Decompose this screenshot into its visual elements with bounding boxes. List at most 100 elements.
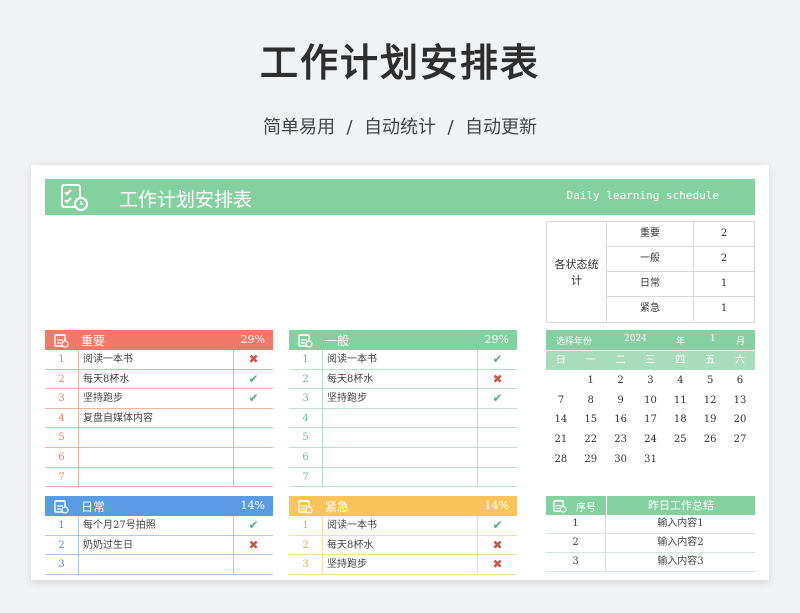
empty-mark[interactable] [233,408,273,428]
calendar-day[interactable]: 22 [576,430,606,450]
task-row[interactable]: 1 阅读一本书 ✔ [289,350,517,370]
empty-mark[interactable] [477,467,517,487]
calendar-day[interactable]: 20 [725,410,755,430]
calendar-day[interactable] [546,371,576,391]
task-row[interactable]: 2 每天8杯水 ✖ [289,369,517,390]
calendar-day[interactable]: 12 [695,391,725,411]
empty-mark[interactable] [233,448,273,467]
calendar-day[interactable]: 3 [636,371,666,391]
empty-mark[interactable] [233,467,273,487]
task-row[interactable]: 2 每天8杯水 ✖ [289,535,517,556]
task-row[interactable]: 7 [45,467,273,488]
check-icon[interactable]: ✔ [477,389,517,409]
summary-text[interactable]: 输入内容1 [606,515,755,533]
panel-header: 重要 29% [45,330,273,350]
task-row[interactable]: 3 坚持跑步 ✔ [45,389,273,409]
task-row[interactable]: 5 [45,428,273,448]
calendar-day[interactable]: 2 [606,371,636,391]
calendar-day[interactable]: 6 [725,371,755,391]
summary-row[interactable]: 1 输入内容1 [546,515,755,534]
calendar-day[interactable]: 16 [606,410,636,430]
calendar-day[interactable]: 15 [576,410,606,430]
check-icon[interactable]: ✔ [233,516,273,535]
calendar-day[interactable]: 19 [695,410,725,430]
check-icon[interactable]: ✔ [477,516,517,535]
calendar-day[interactable]: 17 [636,410,666,430]
cross-icon[interactable]: ✖ [233,350,273,369]
calendar-day[interactable]: 18 [665,410,695,430]
task-row[interactable]: 3 坚持跑步 ✔ [289,389,517,409]
task-text[interactable]: 坚持跑步 [327,555,367,574]
calendar-day[interactable]: 1 [576,371,606,391]
task-text[interactable]: 奶奶过生日 [83,536,133,555]
task-text[interactable]: 阅读一本书 [83,350,133,369]
task-row[interactable]: 4 [289,408,517,429]
calendar-day[interactable]: 13 [725,391,755,411]
cross-icon[interactable]: ✖ [477,369,517,389]
calendar-day[interactable]: 25 [665,430,695,450]
calendar-day[interactable]: 29 [576,450,606,470]
summary-row[interactable]: 2 输入内容2 [546,534,755,553]
calendar-day[interactable]: 14 [546,410,576,430]
empty-mark[interactable] [233,555,273,575]
check-icon[interactable]: ✔ [233,389,273,409]
calendar-day[interactable]: 27 [725,430,755,450]
month-select[interactable]: 1 [710,334,716,344]
panel-title: 日常 [81,500,106,514]
task-row[interactable]: 6 [45,448,273,468]
empty-mark[interactable] [233,428,273,448]
summary-text[interactable]: 输入内容3 [606,553,755,571]
task-text[interactable]: 每天8杯水 [83,370,129,389]
calendar-day[interactable] [695,450,725,470]
calendar-day[interactable]: 11 [665,391,695,411]
task-row[interactable]: 5 [289,428,517,448]
cross-icon[interactable]: ✖ [233,535,273,555]
task-row[interactable]: 6 [289,448,517,468]
task-text[interactable]: 阅读一本书 [327,516,377,535]
empty-mark[interactable] [477,448,517,467]
task-text[interactable]: 每个月27号拍照 [83,516,156,535]
calendar-day[interactable] [725,450,755,470]
task-row[interactable]: 1 阅读一本书 ✖ [45,350,273,370]
calendar-day[interactable]: 4 [665,371,695,391]
calendar-day[interactable]: 24 [636,430,666,450]
calendar-day[interactable]: 28 [546,450,576,470]
calendar-day[interactable]: 26 [695,430,725,450]
cross-icon[interactable]: ✖ [477,555,517,575]
calendar-day[interactable]: 10 [636,391,666,411]
calendar-day[interactable]: 21 [546,430,576,450]
calendar-day[interactable]: 23 [606,430,636,450]
task-text[interactable]: 坚持跑步 [327,389,367,408]
check-icon[interactable]: ✔ [477,350,517,369]
calendar-day[interactable]: 31 [636,450,666,470]
task-text[interactable]: 每天8杯水 [327,536,373,555]
task-row[interactable]: 3 [45,555,273,575]
task-text[interactable]: 复盘自媒体内容 [83,409,153,428]
calendar-day[interactable]: 9 [606,391,636,411]
cross-icon[interactable]: ✖ [477,535,517,555]
calendar-day[interactable] [665,450,695,470]
task-text[interactable]: 阅读一本书 [327,350,377,369]
summary-row[interactable]: 3 输入内容3 [546,553,755,572]
empty-mark[interactable] [477,428,517,448]
banner-title: 工作计划安排表 [119,189,253,211]
task-text[interactable]: 每天8杯水 [327,370,373,389]
empty-mark[interactable] [477,408,517,428]
task-row[interactable]: 3 坚持跑步 ✖ [289,555,517,575]
task-text[interactable]: 坚持跑步 [83,389,123,408]
calendar-day[interactable]: 5 [695,371,725,391]
task-row[interactable]: 1 阅读一本书 ✔ [289,516,517,536]
task-row[interactable]: 7 [289,467,517,488]
check-icon[interactable]: ✔ [233,369,273,389]
task-row[interactable]: 2 奶奶过生日 ✖ [45,535,273,556]
calendar-day[interactable]: 30 [606,450,636,470]
task-row[interactable]: 4 复盘自媒体内容 [45,408,273,429]
calendar-header: 选择年份 2024 年 1 月 [546,330,755,350]
task-row[interactable]: 1 每个月27号拍照 ✔ [45,516,273,536]
year-select[interactable]: 2024 [624,334,647,344]
calendar-day[interactable]: 8 [576,391,606,411]
summary-text[interactable]: 输入内容2 [606,534,755,552]
calendar-day[interactable]: 7 [546,391,576,411]
task-row[interactable]: 2 每天8杯水 ✔ [45,369,273,390]
notepad-icon [298,334,313,348]
